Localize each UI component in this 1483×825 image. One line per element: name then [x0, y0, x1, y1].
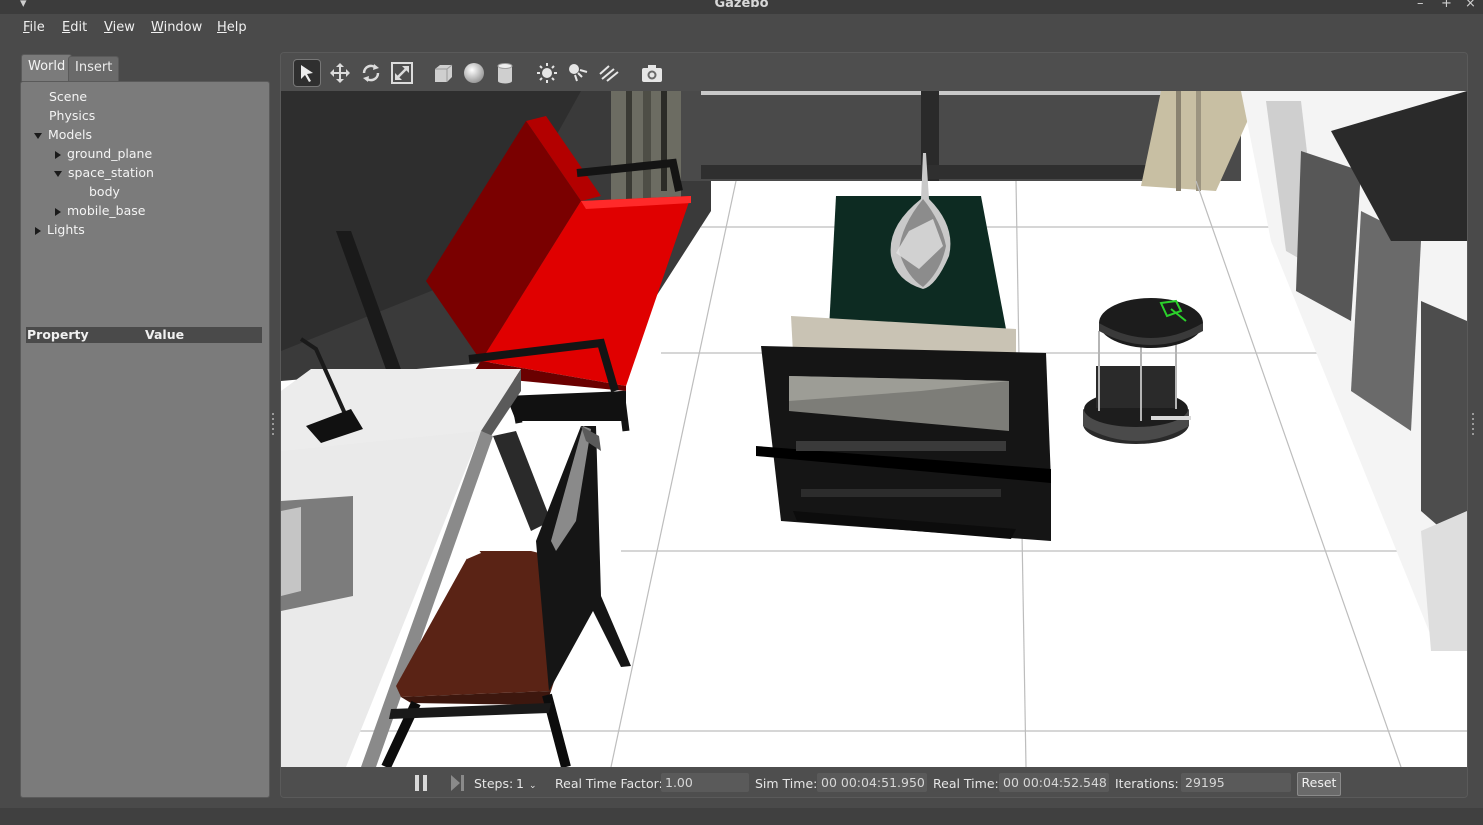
- expand-right-icon[interactable]: [55, 150, 61, 159]
- menu-help[interactable]: Help: [217, 20, 247, 35]
- render-panel: Steps: 1 ⌄ Real Time Factor: 1.00 Sim Ti…: [280, 52, 1468, 798]
- steps-spinner-icon[interactable]: ⌄: [529, 781, 537, 791]
- select-arrow-icon[interactable]: [293, 59, 321, 87]
- menu-edit[interactable]: Edit: [62, 20, 87, 35]
- real-time-field: 00 00:04:52.548: [999, 773, 1109, 792]
- tree-item-scene[interactable]: Scene: [49, 89, 87, 104]
- curtain-left: [611, 91, 681, 203]
- tab-insert[interactable]: Insert: [68, 56, 120, 81]
- expand-right-icon[interactable]: [55, 207, 61, 216]
- splitter-handle[interactable]: [272, 413, 275, 438]
- menu-file[interactable]: File: [23, 20, 45, 35]
- armchair: [756, 316, 1051, 541]
- tree-item-mobile-base[interactable]: mobile_base: [55, 203, 145, 218]
- tree-item-lights[interactable]: Lights: [35, 222, 85, 237]
- expand-down-icon[interactable]: [54, 170, 62, 177]
- pause-icon[interactable]: [415, 775, 429, 791]
- expand-down-icon[interactable]: [34, 132, 42, 139]
- window-menu-icon[interactable]: ▾: [20, 0, 27, 11]
- menu-window[interactable]: Window: [151, 20, 202, 35]
- spot-light-icon[interactable]: [564, 59, 592, 87]
- expand-right-icon[interactable]: [35, 226, 41, 235]
- real-time-factor-label: Real Time Factor:: [555, 776, 663, 791]
- splitter-handle-right[interactable]: [1472, 413, 1475, 438]
- maximize-button[interactable]: +: [1441, 0, 1452, 11]
- sphere-shape-icon[interactable]: [460, 59, 488, 87]
- steps-label: Steps:: [474, 776, 514, 791]
- scene-render: [281, 91, 1467, 770]
- property-column-header: Property: [27, 327, 89, 342]
- point-light-icon[interactable]: [533, 59, 561, 87]
- real-time-label: Real Time:: [933, 776, 999, 791]
- directional-light-icon[interactable]: [595, 59, 623, 87]
- status-strip: [0, 808, 1483, 825]
- screenshot-camera-icon[interactable]: [638, 59, 666, 87]
- step-forward-icon[interactable]: [451, 775, 465, 791]
- 3d-viewport[interactable]: [281, 91, 1467, 770]
- world-panel: Scene Physics Models ground_plane space_…: [20, 81, 270, 798]
- menu-view[interactable]: View: [104, 20, 135, 35]
- close-button[interactable]: ×: [1465, 0, 1476, 11]
- tree-item-body[interactable]: body: [89, 184, 120, 199]
- sim-time-field: 00 00:04:51.950: [817, 773, 927, 792]
- scale-icon[interactable]: [388, 59, 416, 87]
- steps-value[interactable]: 1: [516, 776, 524, 791]
- window-title: Gazebo: [714, 0, 769, 11]
- box-shape-icon[interactable]: [429, 59, 457, 87]
- minimize-button[interactable]: –: [1417, 0, 1424, 11]
- rotate-icon[interactable]: [357, 59, 385, 87]
- translate-icon[interactable]: [326, 59, 354, 87]
- value-column-header: Value: [145, 327, 185, 342]
- title-bar: Gazebo ▾ – + ×: [0, 0, 1483, 14]
- property-table-header: Property Value: [26, 327, 262, 343]
- tree-item-models[interactable]: Models: [34, 127, 92, 142]
- sim-time-label: Sim Time:: [755, 776, 818, 791]
- cylinder-shape-icon[interactable]: [491, 59, 519, 87]
- simulation-control-bar: Steps: 1 ⌄ Real Time Factor: 1.00 Sim Ti…: [281, 767, 1467, 797]
- iterations-label: Iterations:: [1115, 776, 1179, 791]
- tree-item-physics[interactable]: Physics: [49, 108, 95, 123]
- tree-item-space-station[interactable]: space_station: [54, 165, 154, 180]
- tree-item-ground-plane[interactable]: ground_plane: [55, 146, 152, 161]
- tab-world[interactable]: World: [21, 54, 73, 81]
- real-time-factor-field: 1.00: [661, 773, 749, 792]
- menu-bar: File Edit View Window Help: [0, 14, 1483, 44]
- iterations-field: 29195: [1181, 773, 1291, 792]
- reset-button[interactable]: Reset: [1297, 772, 1341, 796]
- render-toolbar: [281, 53, 1467, 91]
